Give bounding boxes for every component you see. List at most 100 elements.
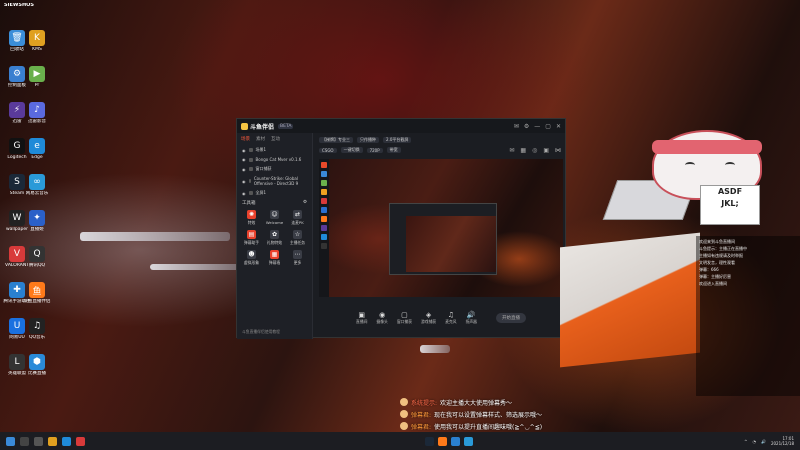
source-button[interactable]: ▢ 窗口捕获 [397,311,412,325]
tool-button[interactable]: ⋯ 更多 [287,250,308,266]
desktop-icon[interactable]: ♫ QQ音乐 [22,318,52,340]
task-view-icon[interactable] [34,436,43,446]
stream-setting-pill[interactable]: 一键切换 [340,147,363,153]
stream-setting-pill[interactable]: 带宽 [386,147,401,153]
scene-item[interactable]: ◉ 窗口捕获 [237,164,312,174]
eye-icon[interactable]: ◉ [242,179,246,184]
chat-message: 主播如有违规请及时举报 [699,253,743,258]
settings-icon[interactable]: ⚙ [524,123,529,130]
music-icon[interactable] [464,436,473,446]
source-button[interactable]: ◉ 摄像头 [376,311,387,325]
scene-tabs: 场景 素材 互动 [237,133,312,145]
stream-preview[interactable] [319,159,563,297]
avatar [400,410,408,418]
eye-icon[interactable]: ◉ [242,148,246,153]
tool-label: 虚拟形象 [243,260,260,265]
source-button[interactable]: ▣ 直播间 [356,311,367,325]
tool-grid: ✺ 特效 ☺ Welcome ⇄ 连麦PK ▤ 弹幕助手 ✿ 礼物特效 ☆ 主播任务 ☻ 虚拟形象 ▦ 弹幕墙… [237,208,312,268]
scene-label: 窗口捕获 [255,166,272,171]
window-controls: ✉ ⚙ — ▢ ✕ [514,123,561,130]
douyu-icon[interactable] [438,436,447,446]
volume-icon[interactable]: 🔊 [761,439,766,444]
stream-info-bar: 【梯牌】专业三 只作播种 2.0平台截屏 CSGO 一键切换 720P 带宽 ✉ ▦ ◎ … [315,133,565,157]
scene-tab[interactable]: 场景 [241,136,250,142]
tool-button[interactable]: ☺ Welcome [264,210,285,226]
eye-icon[interactable]: ◉ [242,167,246,172]
nested-preview-scene [406,216,496,272]
stream-info-pill[interactable]: 2.0平台截屏 [383,137,412,143]
tools-settings-icon[interactable]: ⚙ [303,200,307,206]
stream-info-pill[interactable]: 【梯牌】专业三 [319,137,353,143]
source-button[interactable]: ◈ 游戏捕获 [421,311,436,325]
mail-icon[interactable]: ✉ [514,123,519,130]
tool-button[interactable]: ⇄ 连麦PK [287,210,308,226]
chat-message: 弹幕：主播好厉害 [699,274,731,279]
desktop-icon[interactable]: e Edge [22,138,52,160]
scene-item[interactable]: ◉ Counter-Strike: Global Offensive - Dire… [237,174,312,188]
stream-info-pill[interactable]: 只作播种 [357,137,379,143]
wallpaper-streak [420,345,450,353]
steam-icon[interactable] [425,436,434,446]
source-button[interactable]: ♫ 麦克风 [445,311,456,325]
source-toolbar: ▣ 直播间 ◉ 摄像头 ▢ 窗口捕获 ◈ 游戏捕获 ♫ 麦克风 🔊 扬声器 开始直播 [315,299,567,337]
scene-item[interactable]: ◉ 全屏1 [237,188,312,198]
logo-text: SIEWSHOS [4,3,34,8]
stream-setting-pill[interactable]: 720P [366,147,383,153]
tray-chevron-icon[interactable]: ^ [744,439,747,444]
chat-icon[interactable]: ◎ [532,147,537,154]
source-icon: ◉ [379,311,386,319]
grid-icon[interactable]: ▦ [520,147,526,154]
eye-icon[interactable]: ◉ [242,191,246,196]
qq-icon[interactable] [451,436,460,446]
desktop-icon[interactable]: ▶ Pr [22,66,52,88]
desktop-icon[interactable]: ✦ 直播姬 [22,210,52,232]
bongo-cat-overlay: ASDF JKL; [602,130,770,240]
desktop-icon[interactable]: 鱼斗鱼直播伴侣 [22,282,52,304]
tool-button[interactable]: ☆ 主播任务 [287,230,308,246]
screen-icon[interactable]: ▣ [543,147,549,154]
desktop-icon[interactable]: ⬢ 比赛直播 [22,354,52,376]
tool-icon: ▤ [247,230,256,239]
stream-setting-pill[interactable]: CSGO [319,147,337,153]
search-icon[interactable] [20,436,29,446]
source-icon: ▢ [401,311,408,319]
scene-tab[interactable]: 互动 [271,136,280,142]
source-button[interactable]: 🔊 扬声器 [466,311,477,325]
network-icon[interactable]: ◔ [752,439,756,444]
scene-item[interactable]: ◉ Bongo Cat Mver v0.1.6 [237,155,312,164]
start-icon[interactable] [6,436,15,446]
app-titlebar[interactable]: 斗鱼伴侣 BETA ✉ ⚙ — ▢ ✕ [237,119,565,133]
tool-button[interactable]: ▦ 弹幕墙 [264,250,285,266]
tool-button[interactable]: ✺ 特效 [241,210,262,226]
source-icon [248,191,253,195]
desktop-icon[interactable]: K KMS [22,30,52,52]
gift-icon[interactable]: ✉ [509,147,514,154]
start-stream-button[interactable]: 开始直播 [495,313,526,323]
maximize-icon[interactable]: ▢ [545,123,551,130]
clock[interactable]: 17:01 2021/12/18 [771,436,794,446]
store-icon[interactable] [76,436,85,446]
tutorial-link[interactable]: 斗鱼直播伴侣使用教程 [242,329,280,335]
explorer-icon[interactable] [48,436,57,446]
desktop-icon[interactable]: Q 腾讯QQ [22,246,52,268]
minimize-icon[interactable]: — [534,123,540,130]
scene-label: 全屏1 [255,190,267,195]
scene-tab[interactable]: 素材 [256,136,265,142]
scene-label: 场景1 [255,147,267,152]
eye-icon[interactable]: ◉ [242,157,246,162]
app-icon: ✦ [29,210,45,226]
scene-item[interactable]: ◉ 场景1 [237,145,312,155]
tool-button[interactable]: ▤ 弹幕助手 [241,230,262,246]
streaming-app-window[interactable]: 斗鱼伴侣 BETA ✉ ⚙ — ▢ ✕ 场景 素材 互动 ◉ 场景1 ◉ Bongo Ca… [236,118,567,339]
desktop-icon[interactable]: ∞ 网易云音乐 [22,174,52,196]
close-icon[interactable]: ✕ [556,123,561,130]
chat-panel: 欢迎来到斗鱼直播间 斗鱼提示：主播正在直播中 主播如有违规请及时举报 文明发言，理性观… [696,236,800,396]
share-icon[interactable]: ⋈ [555,147,561,154]
app-logo: 斗鱼伴侣 [241,122,274,131]
app-icon: ♫ [29,318,45,334]
edge-icon[interactable] [62,436,71,446]
source-icon: ◈ [425,311,432,319]
desktop-icon[interactable]: ♪ 迅雷影音 [22,102,52,124]
tool-button[interactable]: ☻ 虚拟形象 [241,250,262,266]
tool-button[interactable]: ✿ 礼物特效 [264,230,285,246]
